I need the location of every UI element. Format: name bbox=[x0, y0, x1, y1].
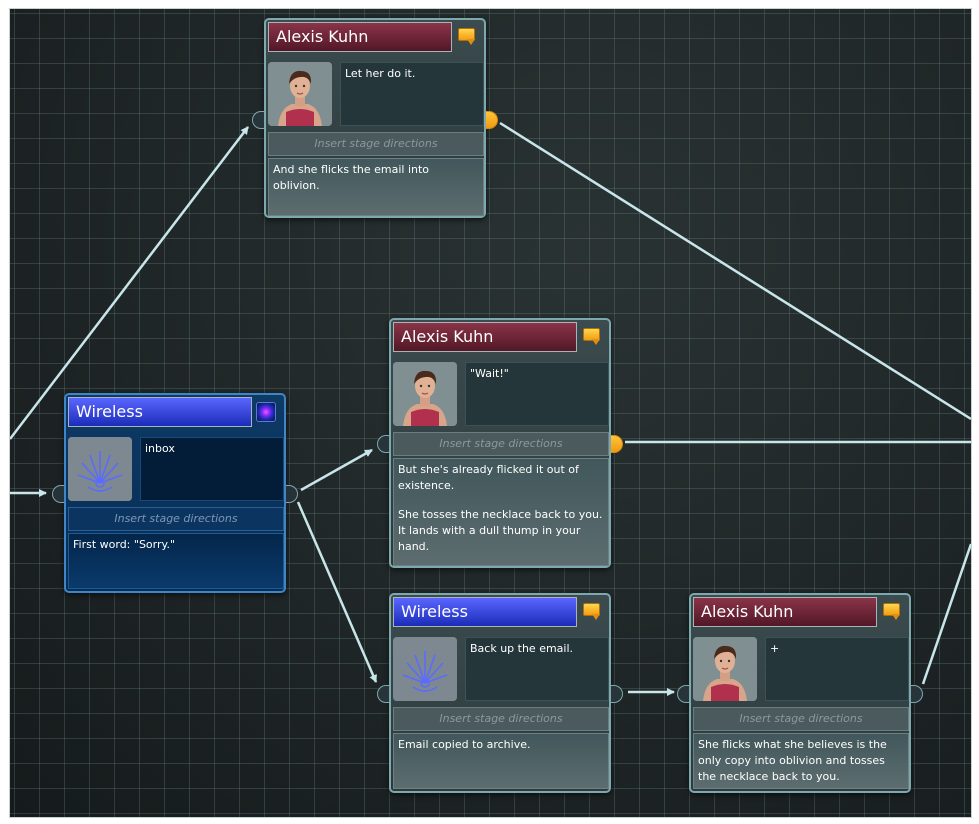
body-paragraph: And she flicks the email into oblivion. bbox=[273, 163, 430, 192]
woman-portrait-icon bbox=[693, 637, 757, 701]
alexis-portrait[interactable] bbox=[393, 362, 457, 426]
body-paragraph: She tosses the necklace back to you. It … bbox=[398, 508, 603, 553]
woman-portrait-icon bbox=[393, 362, 457, 426]
speaker-name[interactable]: Wireless bbox=[393, 597, 577, 627]
comment-bubble-icon[interactable] bbox=[458, 28, 476, 45]
dialogue-line[interactable]: inbox bbox=[140, 437, 284, 501]
alexis-portrait[interactable] bbox=[693, 637, 757, 701]
wireless-portrait[interactable] bbox=[68, 437, 132, 501]
input-port[interactable] bbox=[377, 685, 389, 703]
wireless-portrait[interactable] bbox=[393, 637, 457, 701]
node-body-text[interactable]: But she's already flicked it out of exis… bbox=[393, 458, 609, 566]
dialogue-line[interactable]: + bbox=[765, 637, 909, 701]
speaker-name[interactable]: Alexis Kuhn bbox=[393, 322, 577, 352]
body-paragraph: But she's already flicked it out of exis… bbox=[398, 463, 579, 492]
input-port[interactable] bbox=[377, 435, 389, 453]
node-body-text[interactable]: First word: "Sorry." bbox=[68, 533, 284, 589]
stage-directions-field[interactable]: Insert stage directions bbox=[68, 507, 284, 531]
dialogue-node[interactable]: Wireless Back up the email. Insert stage… bbox=[377, 593, 623, 793]
node-body-text[interactable]: She flicks what she believes is the only… bbox=[693, 733, 909, 789]
node-body-text[interactable]: Email copied to archive. bbox=[393, 733, 609, 789]
comment-bubble-icon[interactable] bbox=[583, 603, 601, 620]
speaker-name[interactable]: Wireless bbox=[68, 397, 252, 427]
wire-wireless-to-n2[interactable] bbox=[300, 448, 373, 492]
comment-bubble-icon[interactable] bbox=[883, 603, 901, 620]
dialogue-graph-canvas[interactable]: Alexis Kuhn Let her do it. Insert stage … bbox=[10, 9, 971, 817]
woman-portrait-icon bbox=[268, 62, 332, 126]
stage-directions-field[interactable]: Insert stage directions bbox=[393, 707, 609, 731]
stage-directions-field[interactable]: Insert stage directions bbox=[268, 132, 484, 156]
wire-wireless-to-n4[interactable] bbox=[296, 501, 378, 683]
galaxy-icon[interactable] bbox=[256, 402, 276, 422]
body-paragraph: First word: "Sorry." bbox=[73, 538, 176, 551]
input-port[interactable] bbox=[677, 685, 689, 703]
alexis-portrait[interactable] bbox=[268, 62, 332, 126]
comment-bubble-icon[interactable] bbox=[583, 328, 601, 345]
input-port[interactable] bbox=[52, 485, 64, 503]
body-paragraph: She flicks what she believes is the only… bbox=[698, 738, 887, 783]
dialogue-line[interactable]: Back up the email. bbox=[465, 637, 609, 701]
speaker-name[interactable]: Alexis Kuhn bbox=[693, 597, 877, 627]
dialogue-node[interactable]: Alexis Kuhn "Wait!" Insert stage directi… bbox=[377, 318, 623, 568]
dialogue-node-selected[interactable]: Wireless inbox Insert stage directions F… bbox=[52, 393, 298, 593]
dialogue-line[interactable]: "Wait!" bbox=[465, 362, 609, 426]
speaker-name[interactable]: Alexis Kuhn bbox=[268, 22, 452, 52]
stage-directions-field[interactable]: Insert stage directions bbox=[693, 707, 909, 731]
stage-directions-field[interactable]: Insert stage directions bbox=[393, 432, 609, 456]
dialogue-node[interactable]: Alexis Kuhn + Insert stage directions Sh… bbox=[677, 593, 923, 793]
wireless-signal-icon bbox=[393, 637, 457, 701]
body-paragraph: Email copied to archive. bbox=[398, 738, 531, 751]
wire-n5-out[interactable] bbox=[921, 543, 971, 685]
dialogue-node[interactable]: Alexis Kuhn Let her do it. Insert stage … bbox=[252, 18, 498, 218]
node-body-text[interactable]: And she flicks the email into oblivion. bbox=[268, 158, 484, 216]
dialogue-line[interactable]: Let her do it. bbox=[340, 62, 484, 126]
input-port[interactable] bbox=[252, 111, 264, 129]
wireless-signal-icon bbox=[68, 437, 132, 501]
